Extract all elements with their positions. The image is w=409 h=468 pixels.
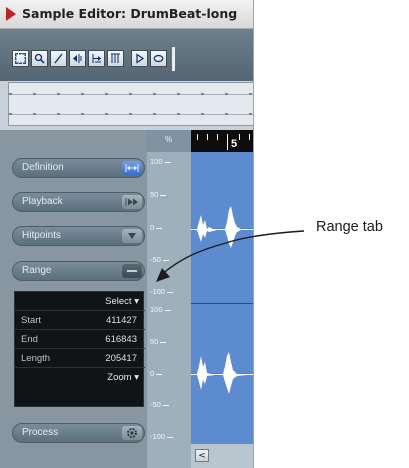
callout-label: Range tab <box>316 219 383 235</box>
